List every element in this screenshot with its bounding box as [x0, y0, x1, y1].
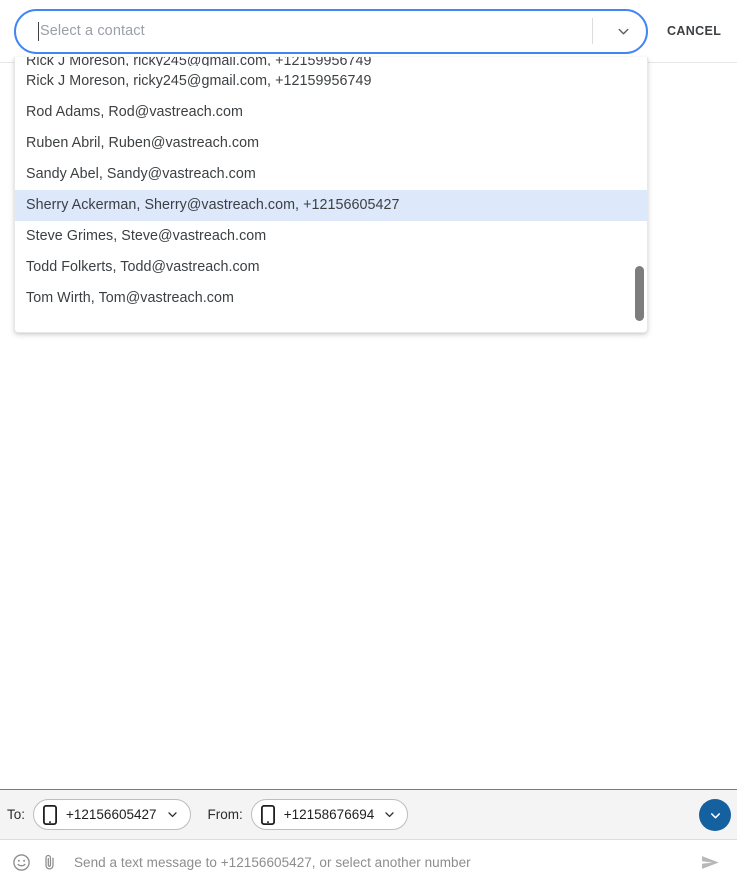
list-item-label: Tom Wirth, Tom@vastreach.com	[26, 290, 234, 306]
chevron-down-icon	[710, 812, 720, 818]
collapse-panel-button[interactable]	[699, 799, 731, 831]
from-number-chip[interactable]: +12158676694	[250, 799, 409, 830]
dropdown-scrollbar-thumb[interactable]	[635, 266, 644, 321]
contact-dropdown-list[interactable]: Rick J Moreson, ricky245@gmail.com, +121…	[15, 57, 647, 332]
text-caret	[38, 21, 39, 41]
from-number-value: +12158676694	[283, 807, 375, 822]
to-label: To:	[7, 807, 26, 822]
list-item-label: Steve Grimes, Steve@vastreach.com	[26, 228, 267, 244]
cancel-button[interactable]: CANCEL	[665, 18, 723, 44]
smartphone-icon	[43, 804, 58, 825]
field-divider	[592, 18, 593, 44]
list-item-label: Todd Folkerts, Todd@vastreach.com	[26, 259, 260, 275]
send-arrow-icon	[701, 855, 719, 869]
list-item-label: Rod Adams, Rod@vastreach.com	[26, 104, 243, 120]
list-item[interactable]: Sandy Abel, Sandy@vastreach.com	[15, 159, 647, 190]
smartphone-icon	[260, 804, 275, 825]
list-item-label: Sherry Ackerman, Sherry@vastreach.com, +…	[26, 197, 400, 213]
chevron-down-icon	[385, 812, 394, 818]
list-item[interactable]: Todd Folkerts, Todd@vastreach.com	[15, 252, 647, 283]
paperclip-icon	[44, 854, 54, 870]
list-item-label: Ruben Abril, Ruben@vastreach.com	[26, 135, 260, 151]
from-label: From:	[207, 807, 243, 822]
list-item-selected[interactable]: Sherry Ackerman, Sherry@vastreach.com, +…	[15, 190, 647, 221]
chevron-down-icon	[167, 812, 177, 818]
contact-dropdown-panel: Rick J Moreson, ricky245@gmail.com, +121…	[14, 57, 648, 333]
contact-search-input[interactable]: Select a contact	[40, 24, 592, 39]
message-input[interactable]: Send a text message to +12156605427, or …	[74, 855, 695, 870]
to-number-chip[interactable]: +12156605427	[33, 799, 191, 830]
dropdown-toggle-button[interactable]	[606, 14, 640, 48]
send-button[interactable]	[695, 847, 725, 877]
dropdown-scrollbar[interactable]	[633, 58, 646, 332]
list-item[interactable]: Rod Adams, Rod@vastreach.com	[15, 97, 647, 128]
list-item[interactable]: Steve Grimes, Steve@vastreach.com	[15, 221, 647, 252]
list-item[interactable]: Rick J Moreson, ricky245@gmail.com, +121…	[15, 66, 647, 97]
list-item-label: Sandy Abel, Sandy@vastreach.com	[26, 166, 256, 182]
to-number-value: +12156605427	[66, 807, 157, 822]
messaging-contact-picker-screen: Select a contact CANCEL Rick J Moreson, …	[0, 0, 737, 884]
emoji-smiley-icon	[12, 853, 30, 871]
list-item-label: Rick J Moreson, ricky245@gmail.com, +121…	[26, 73, 372, 89]
chevron-down-icon	[618, 28, 628, 35]
attach-file-button[interactable]	[35, 848, 63, 876]
compose-bar: Send a text message to +12156605427, or …	[0, 840, 737, 884]
emoji-button[interactable]	[7, 848, 35, 876]
recipients-bar: To: +12156605427 From: +12158676694	[0, 789, 737, 840]
list-item[interactable]: Tom Wirth, Tom@vastreach.com	[15, 283, 647, 314]
list-item[interactable]: Ruben Abril, Ruben@vastreach.com	[15, 128, 647, 159]
contact-select-header: Select a contact CANCEL	[0, 0, 737, 63]
list-item[interactable]: Rick J Moreson, ricky245@gmail.com, +121…	[15, 57, 647, 66]
list-item-label: Rick J Moreson, ricky245@gmail.com, +121…	[26, 57, 372, 66]
contact-select-input-wrapper[interactable]: Select a contact	[14, 8, 648, 54]
